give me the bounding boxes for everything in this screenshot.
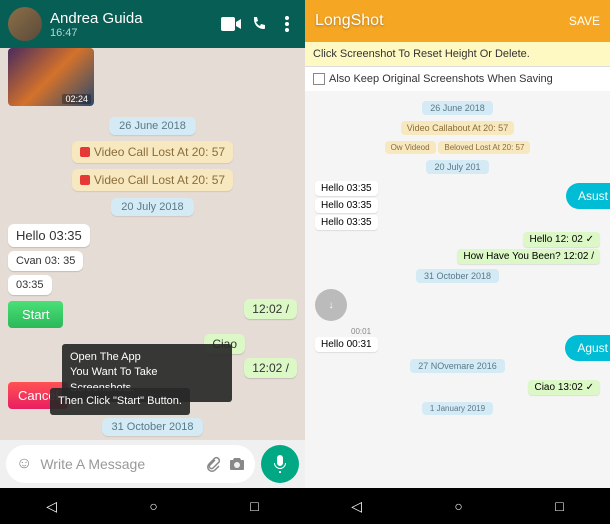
system-message: Video Callabout At 20: 57 — [401, 121, 514, 135]
message-input-box[interactable]: ☺ Write A Message — [6, 445, 255, 483]
system-message: Beloved Lost At 20: 57 — [438, 141, 530, 154]
media-thumbnail[interactable]: 02:24 — [8, 48, 94, 106]
android-navbar: ◁ ○ □ — [305, 488, 610, 524]
recent-icon[interactable]: □ — [555, 498, 563, 514]
back-icon[interactable]: ◁ — [351, 498, 362, 515]
system-message: Ow Videod — [385, 141, 436, 154]
download-icon[interactable]: ↓ — [315, 289, 347, 321]
marker-button[interactable]: Agust — [565, 335, 610, 361]
home-icon[interactable]: ○ — [454, 498, 462, 514]
recent-icon[interactable]: □ — [250, 498, 258, 514]
marker-button[interactable]: Asust — [566, 183, 610, 209]
video-icon — [80, 147, 90, 157]
date-chip: 1 January 2019 — [422, 402, 493, 415]
more-icon[interactable] — [277, 14, 297, 34]
video-icon — [80, 175, 90, 185]
outgoing-message: Hello 12: 02 ✓ — [523, 232, 600, 247]
app-title: LongShot — [315, 12, 384, 30]
camera-icon[interactable] — [229, 457, 245, 471]
whatsapp-header: Andrea Guida 16:47 — [0, 0, 305, 48]
media-duration: 02:24 — [62, 94, 91, 104]
date-chip: 20 July 2018 — [111, 198, 193, 216]
longshot-panel: LongShot SAVE Click Screenshot To Reset … — [305, 0, 610, 524]
android-navbar: ◁ ○ □ — [0, 488, 305, 524]
system-message: Video Call Lost At 20: 57 — [72, 169, 233, 191]
outgoing-message[interactable]: 12:02 / — [244, 358, 297, 378]
message-input[interactable]: Write A Message — [40, 456, 197, 472]
input-bar: ☺ Write A Message — [0, 440, 305, 488]
save-button[interactable]: SAVE — [569, 14, 600, 28]
incoming-message: Hello 03:35 — [315, 181, 378, 196]
date-chip: 26 June 2018 — [109, 117, 196, 135]
incoming-message: Hello 03:35 — [315, 198, 378, 213]
attach-icon[interactable] — [205, 456, 221, 472]
checkbox-label: Also Keep Original Screenshots When Savi… — [329, 73, 553, 85]
instruction-tooltip: Then Click "Start" Button. — [50, 388, 190, 415]
home-icon[interactable]: ○ — [149, 498, 157, 514]
whatsapp-panel: Andrea Guida 16:47 02:24 26 June 2018 Vi… — [0, 0, 305, 524]
outgoing-message: Ciao 13:02 ✓ — [528, 380, 600, 395]
keep-originals-option[interactable]: Also Keep Original Screenshots When Savi… — [305, 67, 610, 91]
back-icon[interactable]: ◁ — [46, 498, 57, 515]
chat-body[interactable]: 02:24 26 June 2018 Video Call Lost At 20… — [0, 48, 305, 440]
incoming-message: Hello 03:35 — [315, 215, 378, 230]
contact-name[interactable]: Andrea Guida — [50, 10, 213, 27]
incoming-message[interactable]: Hello 03:35 — [8, 224, 90, 247]
checkbox-icon[interactable] — [313, 73, 325, 85]
date-chip: 26 June 2018 — [422, 101, 493, 115]
video-call-icon[interactable] — [221, 14, 241, 34]
avatar[interactable] — [8, 7, 42, 41]
incoming-message: Hello 00:31 — [315, 337, 378, 352]
emoji-icon[interactable]: ☺ — [16, 455, 32, 473]
start-button[interactable]: Start — [8, 301, 63, 328]
date-chip: 20 July 201 — [426, 160, 488, 174]
stitched-preview[interactable]: 26 June 2018 Video Callabout At 20: 57 O… — [305, 91, 610, 488]
mic-button[interactable] — [261, 445, 299, 483]
info-bar: Click Screenshot To Reset Height Or Dele… — [305, 42, 610, 67]
date-chip: 27 NOvemare 2016 — [410, 359, 505, 373]
longshot-header: LongShot SAVE — [305, 0, 610, 42]
incoming-message[interactable]: Cvan 03: 35 — [8, 251, 83, 271]
header-time: 16:47 — [50, 27, 213, 39]
incoming-message[interactable]: 03:35 — [8, 275, 52, 295]
date-chip: 31 October 2018 — [416, 269, 499, 283]
voice-call-icon[interactable] — [249, 14, 269, 34]
audio-duration: 00:01 — [351, 327, 600, 336]
outgoing-message[interactable]: 12:02 / — [244, 299, 297, 319]
date-chip: 31 October 2018 — [102, 418, 204, 436]
system-message: Video Call Lost At 20: 57 — [72, 141, 233, 163]
outgoing-message: How Have You Been? 12:02 / — [457, 249, 600, 264]
